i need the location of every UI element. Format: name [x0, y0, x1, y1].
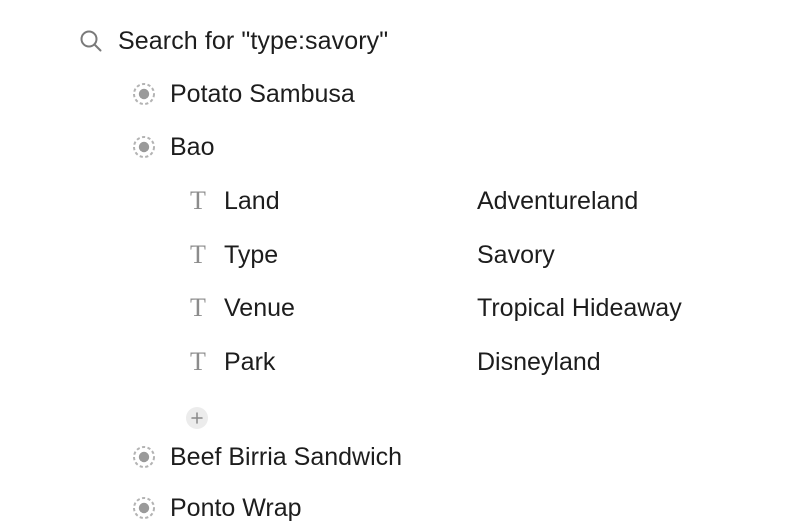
plus-icon: [191, 412, 203, 424]
text-field-icon: T: [190, 240, 206, 269]
search-query-row[interactable]: Search for "type:savory": [78, 21, 388, 61]
list-item[interactable]: Bao: [130, 127, 214, 167]
field-value[interactable]: Disneyland: [477, 348, 601, 377]
field-name: Land: [224, 186, 280, 215]
list-item[interactable]: Ponto Wrap: [130, 488, 302, 528]
field-row-land[interactable]: T Land Adventureland: [186, 181, 746, 221]
node-bullet-icon[interactable]: [130, 133, 158, 161]
node-bullet-icon[interactable]: [130, 494, 158, 522]
node-label: Potato Sambusa: [170, 79, 355, 108]
field-value[interactable]: Savory: [477, 241, 555, 270]
text-field-icon: T: [190, 347, 206, 376]
field-name: Venue: [224, 293, 295, 322]
add-field-button[interactable]: [186, 407, 208, 429]
field-row-park[interactable]: T Park Disneyland: [186, 342, 746, 382]
list-item[interactable]: Beef Birria Sandwich: [130, 437, 402, 477]
field-value[interactable]: Adventureland: [477, 187, 638, 216]
field-name: Type: [224, 240, 279, 269]
node-bullet-icon[interactable]: [130, 443, 158, 471]
search-query-label: Search for "type:savory": [118, 26, 389, 55]
list-item[interactable]: Potato Sambusa: [130, 74, 355, 114]
field-row-type[interactable]: T Type Savory: [186, 235, 746, 275]
node-label: Beef Birria Sandwich: [170, 442, 403, 471]
field-row-venue[interactable]: T Venue Tropical Hideaway: [186, 288, 746, 328]
text-field-icon: T: [190, 293, 206, 322]
node-label: Bao: [170, 132, 215, 161]
add-field-row: [186, 398, 208, 438]
field-name: Park: [224, 347, 276, 376]
text-field-icon: T: [190, 186, 206, 215]
field-value[interactable]: Tropical Hideaway: [477, 294, 682, 323]
node-bullet-icon[interactable]: [130, 80, 158, 108]
node-label: Ponto Wrap: [170, 493, 302, 522]
search-icon: [78, 28, 104, 54]
